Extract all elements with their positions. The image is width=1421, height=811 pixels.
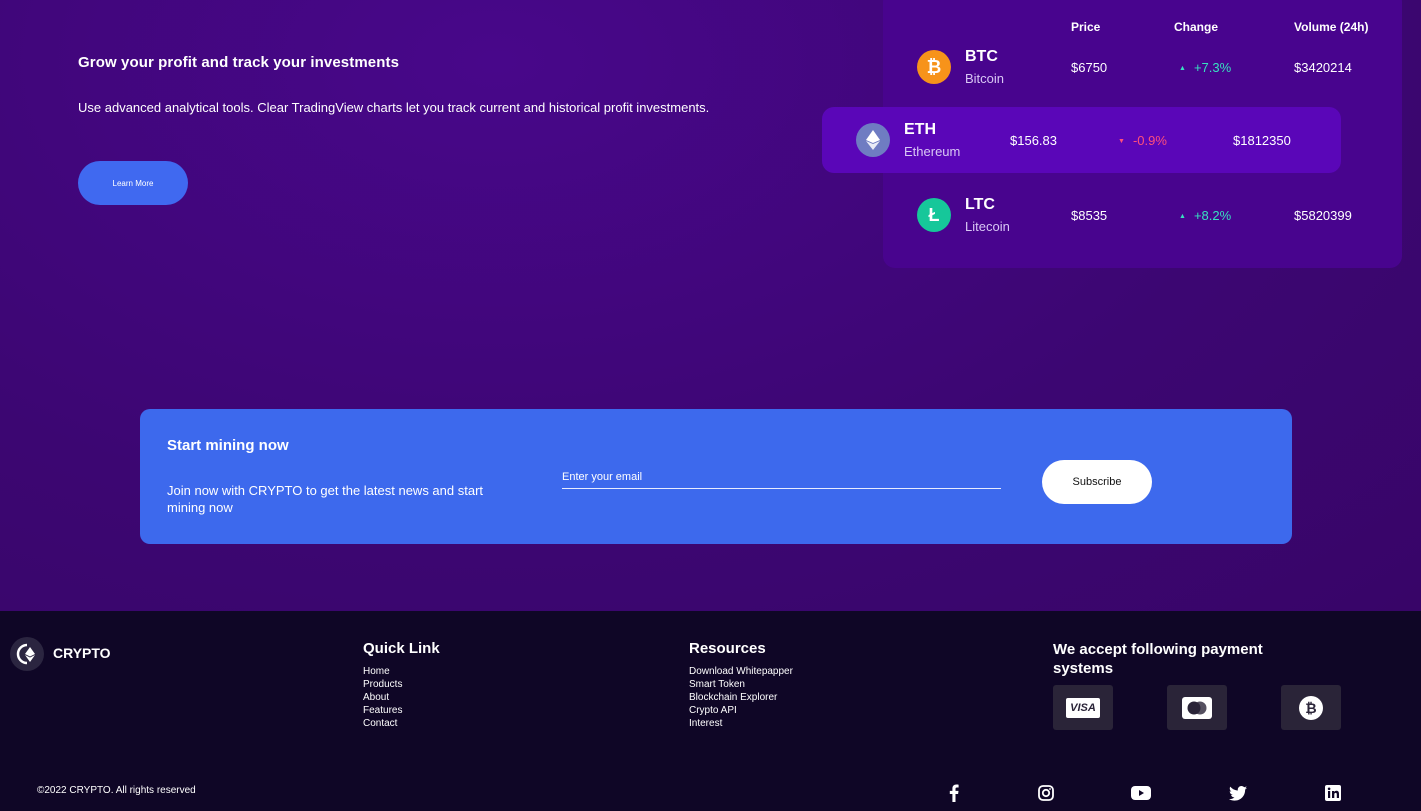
coin-price: $156.83 bbox=[1010, 133, 1057, 148]
footer-link-features[interactable]: Features bbox=[363, 704, 402, 717]
coin-name: Litecoin bbox=[965, 219, 1010, 234]
coin-volume: $3420214 bbox=[1294, 60, 1352, 75]
bitcoin-icon: ₿ bbox=[917, 50, 951, 84]
resources-title: Resources bbox=[689, 640, 766, 657]
instagram-icon[interactable] bbox=[1036, 783, 1056, 803]
footer-link-smart-token[interactable]: Smart Token bbox=[689, 678, 793, 691]
subscribe-button[interactable]: Subscribe bbox=[1042, 460, 1152, 504]
footer-link-contact[interactable]: Contact bbox=[363, 717, 402, 730]
copyright-text: ©2022 CRYPTO. All rights reserved bbox=[37, 785, 196, 796]
coin-symbol: BTC bbox=[965, 48, 998, 65]
payment-title: We accept following payment systems bbox=[1053, 641, 1263, 677]
ethereum-icon bbox=[856, 123, 890, 157]
footer-link-about[interactable]: About bbox=[363, 691, 402, 704]
crypto-logo-icon[interactable] bbox=[10, 637, 44, 671]
coin-name: Ethereum bbox=[904, 144, 961, 159]
mastercard-icon bbox=[1167, 685, 1227, 730]
footer-link-home[interactable]: Home bbox=[363, 665, 402, 678]
learn-more-button[interactable]: Learn More bbox=[78, 161, 188, 205]
resources-list: Download Whitepapper Smart Token Blockch… bbox=[689, 665, 793, 730]
change-header: Change bbox=[1174, 20, 1219, 34]
hero-description: Use advanced analytical tools. Clear Tra… bbox=[78, 100, 710, 115]
coin-change: ▼ -0.9% bbox=[1118, 133, 1167, 148]
coin-symbol: ETH bbox=[904, 121, 936, 138]
price-header: Price bbox=[1071, 20, 1101, 34]
coin-name: Bitcoin bbox=[965, 71, 1005, 86]
hero-section: Grow your profit and track your investme… bbox=[0, 0, 1421, 611]
coin-row-ltc[interactable]: Ł LTC Litecoin $8535 ▲ +8.2% $5820399 bbox=[883, 182, 1402, 248]
footer-link-whitepaper[interactable]: Download Whitepapper bbox=[689, 665, 793, 678]
coin-row-eth[interactable]: ETH Ethereum $156.83 ▼ -0.9% $1812350 bbox=[822, 107, 1341, 173]
coin-symbol: LTC bbox=[965, 196, 995, 213]
email-input[interactable] bbox=[562, 465, 1001, 489]
coin-price: $8535 bbox=[1071, 208, 1108, 223]
facebook-icon[interactable] bbox=[944, 783, 964, 803]
quick-link-list: Home Products About Features Contact bbox=[363, 665, 402, 730]
arrow-down-icon: ▼ bbox=[1118, 138, 1125, 145]
litecoin-icon: Ł bbox=[917, 198, 951, 232]
coin-price: $6750 bbox=[1071, 60, 1108, 75]
coin-volume: $1812350 bbox=[1233, 133, 1291, 148]
newsletter-title: Start mining now bbox=[167, 437, 289, 454]
youtube-icon[interactable] bbox=[1131, 783, 1151, 803]
brand-name[interactable]: CRYPTO bbox=[53, 645, 111, 661]
newsletter-description: Join now with CRYPTO to get the latest n… bbox=[167, 483, 484, 515]
footer: CRYPTO Quick Link Home Products About Fe… bbox=[0, 611, 1421, 811]
arrow-up-icon: ▲ bbox=[1179, 213, 1186, 220]
arrow-up-icon: ▲ bbox=[1179, 65, 1186, 72]
twitter-icon[interactable] bbox=[1228, 783, 1248, 803]
hero-title: Grow your profit and track your investme… bbox=[78, 54, 400, 71]
svg-text:₿: ₿ bbox=[1305, 701, 1316, 717]
bitcoin-icon: ₿ bbox=[1281, 685, 1341, 730]
footer-link-interest[interactable]: Interest bbox=[689, 717, 793, 730]
visa-icon: VISA bbox=[1053, 685, 1113, 730]
footer-link-products[interactable]: Products bbox=[363, 678, 402, 691]
volume-header: Volume (24h) bbox=[1294, 20, 1369, 34]
footer-link-crypto-api[interactable]: Crypto API bbox=[689, 704, 793, 717]
coin-volume: $5820399 bbox=[1294, 208, 1352, 223]
newsletter-banner: Start mining now Join now with CRYPTO to… bbox=[140, 409, 1292, 544]
coin-change: ▲ +7.3% bbox=[1179, 60, 1232, 75]
footer-link-blockchain-explorer[interactable]: Blockchain Explorer bbox=[689, 691, 793, 704]
quick-link-title: Quick Link bbox=[363, 640, 440, 657]
linkedin-icon[interactable] bbox=[1323, 783, 1343, 803]
coin-row-btc[interactable]: ₿ BTC Bitcoin $6750 ▲ +7.3% $3420214 bbox=[883, 34, 1402, 100]
coin-change: ▲ +8.2% bbox=[1179, 208, 1232, 223]
